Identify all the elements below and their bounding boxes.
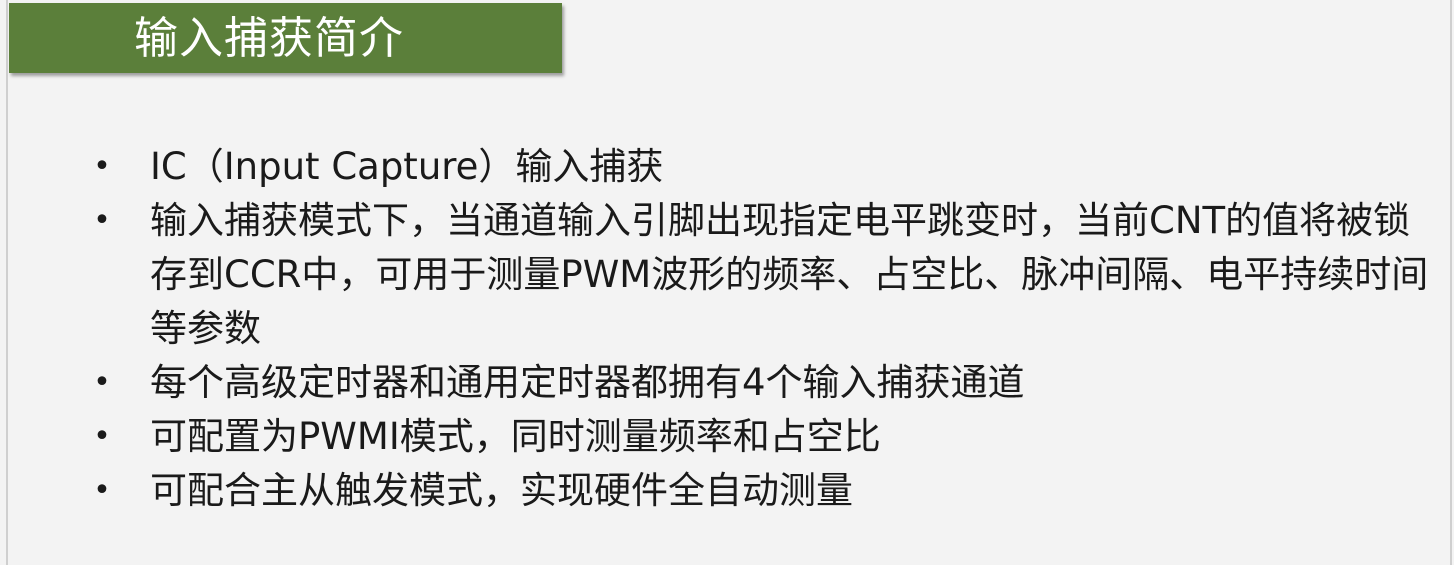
slide-right-border bbox=[1450, 0, 1452, 565]
bullet-marker: • bbox=[93, 473, 111, 508]
slide: 输入捕获简介 • IC（Input Capture）输入捕获 • 输入捕获模式下… bbox=[0, 0, 1454, 565]
title-bar: 输入捕获简介 bbox=[9, 3, 562, 73]
bullet-item-master-slave: • 可配合主从触发模式，实现硬件全自动测量 bbox=[88, 464, 1438, 518]
bullet-item-ic: • IC（Input Capture）输入捕获 bbox=[88, 140, 1438, 194]
bullet-text: 每个高级定时器和通用定时器都拥有4个输入捕获通道 bbox=[150, 361, 1025, 404]
bullet-item-pwmi: • 可配置为PWMI模式，同时测量频率和占空比 bbox=[88, 410, 1438, 464]
bullet-text: 可配合主从触发模式，实现硬件全自动测量 bbox=[150, 469, 853, 512]
bullet-marker: • bbox=[93, 203, 111, 238]
slide-left-border bbox=[6, 0, 8, 565]
bullet-item-capture-mode: • 输入捕获模式下，当通道输入引脚出现指定电平跳变时，当前CNT的值将被锁存到C… bbox=[88, 194, 1438, 356]
bullet-marker: • bbox=[93, 149, 111, 184]
bullet-list: • IC（Input Capture）输入捕获 • 输入捕获模式下，当通道输入引… bbox=[88, 140, 1438, 518]
bullet-text: IC（Input Capture）输入捕获 bbox=[150, 145, 664, 188]
bullet-marker: • bbox=[93, 419, 111, 454]
bullet-item-channels: • 每个高级定时器和通用定时器都拥有4个输入捕获通道 bbox=[88, 356, 1438, 410]
slide-title: 输入捕获简介 bbox=[134, 13, 404, 64]
bullet-text: 输入捕获模式下，当通道输入引脚出现指定电平跳变时，当前CNT的值将被锁存到CCR… bbox=[150, 199, 1429, 350]
bullet-text: 可配置为PWMI模式，同时测量频率和占空比 bbox=[150, 415, 881, 458]
bullet-marker: • bbox=[93, 365, 111, 400]
